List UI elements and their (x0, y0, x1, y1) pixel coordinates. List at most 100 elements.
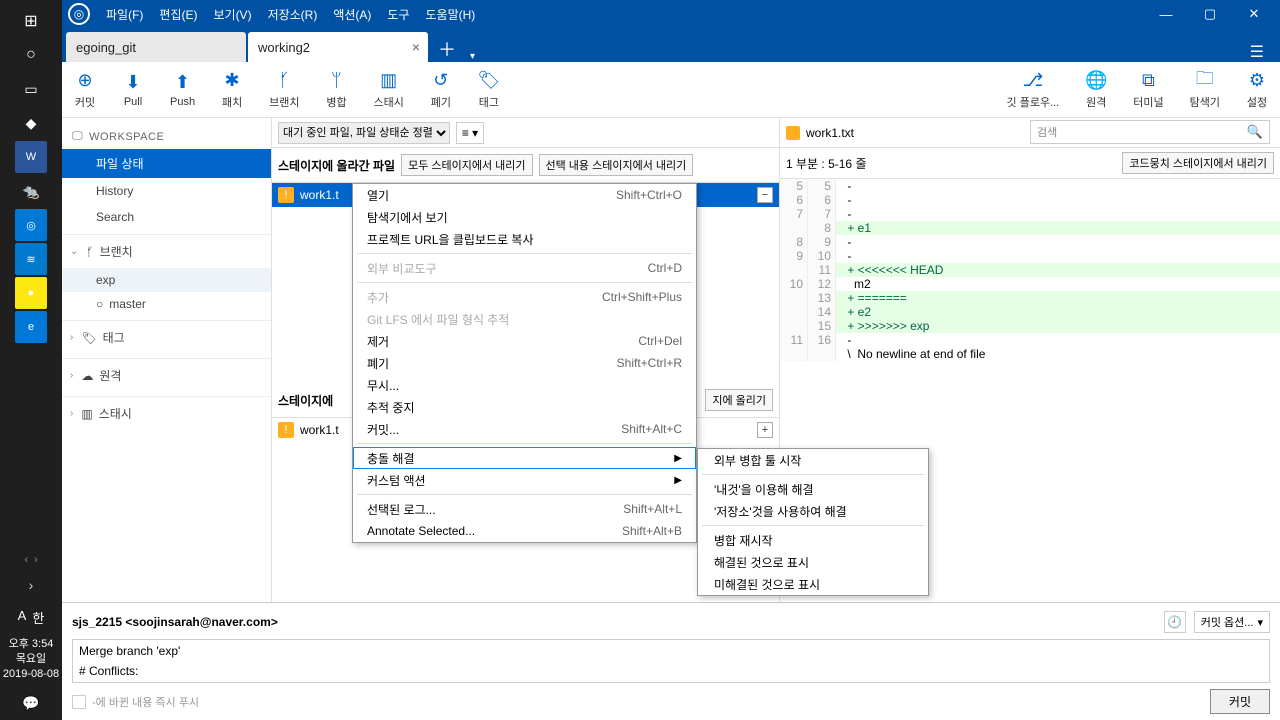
sidebar-search[interactable]: Search (62, 204, 271, 230)
word-icon[interactable]: W (15, 141, 47, 173)
add-icon[interactable]: + (757, 422, 773, 438)
diff-line[interactable]: 89 - (780, 235, 1280, 249)
diff-line[interactable]: 77 - (780, 207, 1280, 221)
taskbar-app[interactable]: 🐀 (7, 175, 55, 207)
diff-line[interactable]: 910 - (780, 249, 1280, 263)
taskbar-nav[interactable]: ‹› (0, 552, 62, 568)
merge-button[interactable]: ᛘ병합 (325, 70, 347, 110)
history-icon[interactable]: 🕘 (1164, 611, 1186, 633)
sidebar-stash-header[interactable]: › ▥ 스태시 (62, 396, 271, 430)
hamburger-icon[interactable]: ☰ (1238, 42, 1276, 62)
collapse-icon[interactable]: − (757, 187, 773, 203)
tag-button[interactable]: 🏷태그 (478, 70, 500, 110)
gitflow-button[interactable]: ⎇깃 플로우... (1007, 70, 1060, 110)
menu-help[interactable]: 도움말(H) (420, 6, 482, 23)
diff-line[interactable]: 11 + <<<<<<< HEAD (780, 263, 1280, 277)
unstage-selected-button[interactable]: 선택 내용 스테이지에서 내리기 (539, 154, 694, 176)
diff-line[interactable]: 14 + e2 (780, 305, 1280, 319)
ctx-untrack[interactable]: 추적 중지 (353, 396, 696, 418)
ctx-commit[interactable]: 커밋...Shift+Alt+C (353, 418, 696, 440)
explorer-button[interactable]: 🗀탐색기 (1190, 70, 1220, 110)
diff-line[interactable]: \ No newline at end of file (780, 347, 1280, 361)
ctx-remove[interactable]: 제거Ctrl+Del (353, 330, 696, 352)
diff-line[interactable]: 1116 - (780, 333, 1280, 347)
maximize-icon[interactable]: ▢ (1190, 6, 1230, 22)
commit-message-input[interactable]: Merge branch 'exp' # Conflicts: (72, 639, 1270, 683)
start-icon[interactable]: ⊞ (7, 5, 55, 37)
clock[interactable]: 오후 3:54 목요일 2019-08-08 (3, 633, 59, 686)
task-view-icon[interactable]: ▭ (7, 73, 55, 105)
sidebar-tag-header[interactable]: › 🏷 태그 (62, 320, 271, 354)
commit-button[interactable]: 커밋 (1210, 689, 1270, 714)
menu-file[interactable]: 파일(F) (100, 6, 149, 23)
vscode-icon[interactable]: ≋ (15, 243, 47, 275)
view-toggle[interactable]: ≡ ▾ (456, 122, 484, 144)
diff-line[interactable]: 66 - (780, 193, 1280, 207)
branch-master[interactable]: ○master (62, 292, 271, 316)
sidebar-branch-header[interactable]: ⌄ ᚶ 브랜치 (62, 234, 271, 268)
stash-button[interactable]: ▥스태시 (373, 70, 403, 110)
ctx-external-merge[interactable]: 외부 병합 툴 시작 (698, 449, 928, 471)
diff-line[interactable]: 15 + >>>>>>> exp (780, 319, 1280, 333)
discard-button[interactable]: ↺폐기 (430, 70, 452, 110)
search-input[interactable]: 검색 🔍 (1030, 120, 1270, 144)
edge-icon[interactable]: e (15, 311, 47, 343)
ctx-copy-url[interactable]: 프로젝트 URL을 클립보드로 복사 (353, 228, 696, 250)
ctx-discard[interactable]: 폐기Shift+Ctrl+R (353, 352, 696, 374)
sidebar-history[interactable]: History (62, 178, 271, 204)
patch-button[interactable]: ✱패치 (221, 70, 243, 110)
sourcetree-icon[interactable]: ◎ (15, 209, 47, 241)
kakaotalk-icon[interactable]: ● (15, 277, 47, 309)
notifications-icon[interactable]: 💬 (7, 687, 55, 719)
ctx-annotate[interactable]: Annotate Selected...Shift+Alt+B (353, 520, 696, 542)
pull-button[interactable]: ⬇Pull (122, 72, 144, 108)
diff-line[interactable]: 8 + e1 (780, 221, 1280, 235)
ime-indicator[interactable]: 한 (32, 608, 44, 627)
menu-edit[interactable]: 편집(E) (153, 6, 203, 23)
menu-action[interactable]: 액션(A) (327, 6, 377, 23)
push-immediately-checkbox[interactable] (72, 695, 86, 709)
ctx-use-theirs[interactable]: '저장소'것을 사용하여 해결 (698, 500, 928, 522)
ctx-mark-unresolved[interactable]: 미해결된 것으로 표시 (698, 573, 928, 595)
branch-exp[interactable]: exp (62, 268, 271, 292)
close-icon[interactable]: ✕ (1234, 6, 1274, 22)
ctx-resolve-conflict[interactable]: 충돌 해결▶ (353, 447, 696, 469)
ctx-open[interactable]: 열기Shift+Ctrl+O (353, 184, 696, 206)
push-button[interactable]: ⬆Push (170, 72, 195, 108)
lang-indicator[interactable]: A (18, 608, 27, 627)
diff-line[interactable]: 55 - (780, 179, 1280, 193)
ctx-mark-resolved[interactable]: 해결된 것으로 표시 (698, 551, 928, 573)
menu-repo[interactable]: 저장소(R) (262, 6, 324, 23)
repo-tab[interactable]: egoing_git (66, 32, 246, 62)
settings-button[interactable]: ⚙설정 (1246, 70, 1268, 110)
ctx-reveal[interactable]: 탐색기에서 보기 (353, 206, 696, 228)
taskbar-app[interactable]: ◆ (7, 107, 55, 139)
stage-selected-button[interactable]: 지에 올리기 (705, 389, 773, 411)
sort-select[interactable]: 대기 중인 파일, 파일 상태순 정렬 (278, 122, 450, 144)
ctx-restart-merge[interactable]: 병합 재시작 (698, 529, 928, 551)
repo-tab-active[interactable]: working2 × (248, 32, 428, 62)
sidebar-file-status[interactable]: 파일 상태 (62, 149, 271, 178)
add-tab-icon[interactable]: ＋ (430, 36, 464, 62)
terminal-button[interactable]: ⧉터미널 (1133, 70, 1163, 110)
ctx-selected-log[interactable]: 선택된 로그...Shift+Alt+L (353, 498, 696, 520)
diff-line[interactable]: 1012 m2 (780, 277, 1280, 291)
sidebar-remote-header[interactable]: › ☁ 원격 (62, 358, 271, 392)
search-icon[interactable]: ○ (7, 39, 55, 71)
ctx-use-mine[interactable]: '내것'을 이용해 해결 (698, 478, 928, 500)
minimize-icon[interactable]: — (1146, 7, 1186, 22)
remote-button[interactable]: 🌐원격 (1085, 70, 1107, 110)
tab-close-icon[interactable]: × (412, 39, 420, 55)
unstage-all-button[interactable]: 모두 스테이지에서 내리기 (401, 154, 532, 176)
branch-button[interactable]: ᚶ브랜치 (269, 70, 299, 110)
menu-tool[interactable]: 도구 (381, 6, 415, 23)
ctx-ignore[interactable]: 무시... (353, 374, 696, 396)
commit-options-button[interactable]: 커밋 옵션...▾ (1194, 611, 1270, 633)
menu-view[interactable]: 보기(V) (207, 6, 257, 23)
diff-line[interactable]: 13 + ======= (780, 291, 1280, 305)
commit-button[interactable]: ⊕커밋 (74, 70, 96, 110)
tab-dropdown-icon[interactable]: ▾ (464, 51, 481, 62)
tray-expand-icon[interactable]: › (7, 569, 55, 601)
ctx-custom-action[interactable]: 커스텀 액션▶ (353, 469, 696, 491)
unstage-hunk-button[interactable]: 코드뭉치 스테이지에서 내리기 (1122, 152, 1274, 174)
